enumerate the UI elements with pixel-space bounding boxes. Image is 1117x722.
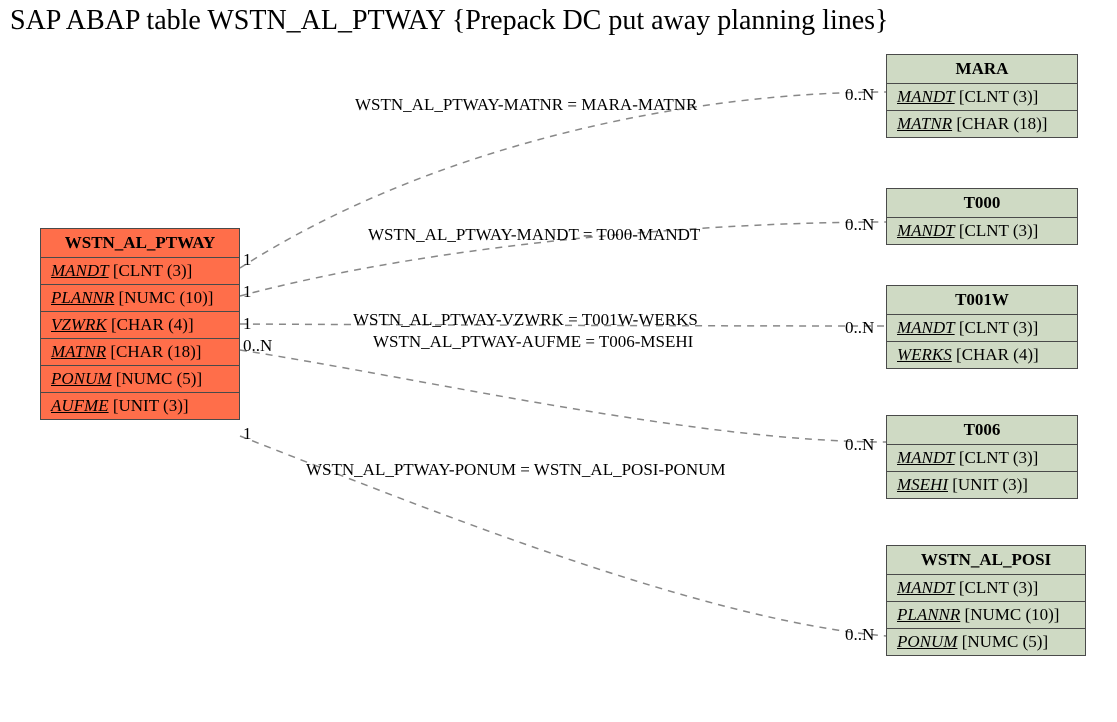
page-title: SAP ABAP table WSTN_AL_PTWAY {Prepack DC… bbox=[10, 5, 889, 37]
entity-header: T006 bbox=[887, 416, 1077, 445]
field-type: [CLNT (3)] bbox=[955, 221, 1039, 240]
field-name: VZWRK bbox=[51, 315, 107, 334]
field-name: MATNR bbox=[897, 114, 952, 133]
entity-field: MATNR [CHAR (18)] bbox=[887, 111, 1077, 137]
cardinality-dst: 0..N bbox=[845, 318, 874, 338]
entity-t000: T000 MANDT [CLNT (3)] bbox=[886, 188, 1078, 245]
cardinality-src: 1 bbox=[243, 282, 252, 302]
entity-header: T000 bbox=[887, 189, 1077, 218]
entity-field: PONUM [NUMC (5)] bbox=[41, 366, 239, 393]
entity-field: MATNR [CHAR (18)] bbox=[41, 339, 239, 366]
entity-header: MARA bbox=[887, 55, 1077, 84]
entity-wstn-al-ptway: WSTN_AL_PTWAY MANDT [CLNT (3)] PLANNR [N… bbox=[40, 228, 240, 420]
cardinality-src: 1 bbox=[243, 424, 252, 444]
entity-header: WSTN_AL_PTWAY bbox=[41, 229, 239, 258]
field-name: WERKS bbox=[897, 345, 952, 364]
cardinality-src: 1 bbox=[243, 314, 252, 334]
erd-canvas: SAP ABAP table WSTN_AL_PTWAY {Prepack DC… bbox=[0, 0, 1117, 722]
field-type: [CHAR (18)] bbox=[952, 114, 1047, 133]
cardinality-dst: 0..N bbox=[845, 215, 874, 235]
cardinality-dst: 0..N bbox=[845, 85, 874, 105]
field-type: [UNIT (3)] bbox=[109, 396, 189, 415]
entity-field: MANDT [CLNT (3)] bbox=[887, 445, 1077, 472]
field-type: [NUMC (10)] bbox=[114, 288, 213, 307]
field-name: PLANNR bbox=[51, 288, 114, 307]
field-type: [CLNT (3)] bbox=[955, 578, 1039, 597]
entity-field: MANDT [CLNT (3)] bbox=[887, 84, 1077, 111]
entity-field: MANDT [CLNT (3)] bbox=[887, 315, 1077, 342]
field-type: [UNIT (3)] bbox=[948, 475, 1028, 494]
field-name: MANDT bbox=[897, 578, 955, 597]
relation-label: WSTN_AL_PTWAY-VZWRK = T001W-WERKS bbox=[353, 310, 698, 330]
field-name: MANDT bbox=[51, 261, 109, 280]
entity-field: MANDT [CLNT (3)] bbox=[887, 218, 1077, 244]
field-type: [CHAR (4)] bbox=[952, 345, 1039, 364]
relation-label: WSTN_AL_PTWAY-AUFME = T006-MSEHI bbox=[373, 332, 693, 352]
entity-t006: T006 MANDT [CLNT (3)] MSEHI [UNIT (3)] bbox=[886, 415, 1078, 499]
entity-field: MSEHI [UNIT (3)] bbox=[887, 472, 1077, 498]
entity-header: WSTN_AL_POSI bbox=[887, 546, 1085, 575]
entity-field: PONUM [NUMC (5)] bbox=[887, 629, 1085, 655]
field-name: MSEHI bbox=[897, 475, 948, 494]
field-name: PONUM bbox=[897, 632, 957, 651]
relation-label: WSTN_AL_PTWAY-MANDT = T000-MANDT bbox=[368, 225, 700, 245]
cardinality-src: 1 bbox=[243, 250, 252, 270]
entity-field: MANDT [CLNT (3)] bbox=[887, 575, 1085, 602]
entity-field: PLANNR [NUMC (10)] bbox=[887, 602, 1085, 629]
entity-field: AUFME [UNIT (3)] bbox=[41, 393, 239, 419]
field-name: MANDT bbox=[897, 448, 955, 467]
field-name: MANDT bbox=[897, 318, 955, 337]
field-type: [NUMC (5)] bbox=[957, 632, 1048, 651]
cardinality-src: 0..N bbox=[243, 336, 272, 356]
entity-field: VZWRK [CHAR (4)] bbox=[41, 312, 239, 339]
field-type: [NUMC (10)] bbox=[960, 605, 1059, 624]
field-name: MATNR bbox=[51, 342, 106, 361]
entity-field: PLANNR [NUMC (10)] bbox=[41, 285, 239, 312]
field-type: [CLNT (3)] bbox=[955, 318, 1039, 337]
field-name: MANDT bbox=[897, 221, 955, 240]
entity-mara: MARA MANDT [CLNT (3)] MATNR [CHAR (18)] bbox=[886, 54, 1078, 138]
relation-label: WSTN_AL_PTWAY-MATNR = MARA-MATNR bbox=[355, 95, 697, 115]
field-name: PONUM bbox=[51, 369, 111, 388]
field-type: [CHAR (18)] bbox=[106, 342, 201, 361]
field-type: [CLNT (3)] bbox=[109, 261, 193, 280]
field-name: PLANNR bbox=[897, 605, 960, 624]
field-type: [NUMC (5)] bbox=[111, 369, 202, 388]
cardinality-dst: 0..N bbox=[845, 435, 874, 455]
field-name: MANDT bbox=[897, 87, 955, 106]
cardinality-dst: 0..N bbox=[845, 625, 874, 645]
entity-field: WERKS [CHAR (4)] bbox=[887, 342, 1077, 368]
entity-wstn-al-posi: WSTN_AL_POSI MANDT [CLNT (3)] PLANNR [NU… bbox=[886, 545, 1086, 656]
entity-t001w: T001W MANDT [CLNT (3)] WERKS [CHAR (4)] bbox=[886, 285, 1078, 369]
field-type: [CLNT (3)] bbox=[955, 87, 1039, 106]
entity-field: MANDT [CLNT (3)] bbox=[41, 258, 239, 285]
field-name: AUFME bbox=[51, 396, 109, 415]
entity-header: T001W bbox=[887, 286, 1077, 315]
field-type: [CHAR (4)] bbox=[107, 315, 194, 334]
field-type: [CLNT (3)] bbox=[955, 448, 1039, 467]
relation-label: WSTN_AL_PTWAY-PONUM = WSTN_AL_POSI-PONUM bbox=[306, 460, 726, 480]
